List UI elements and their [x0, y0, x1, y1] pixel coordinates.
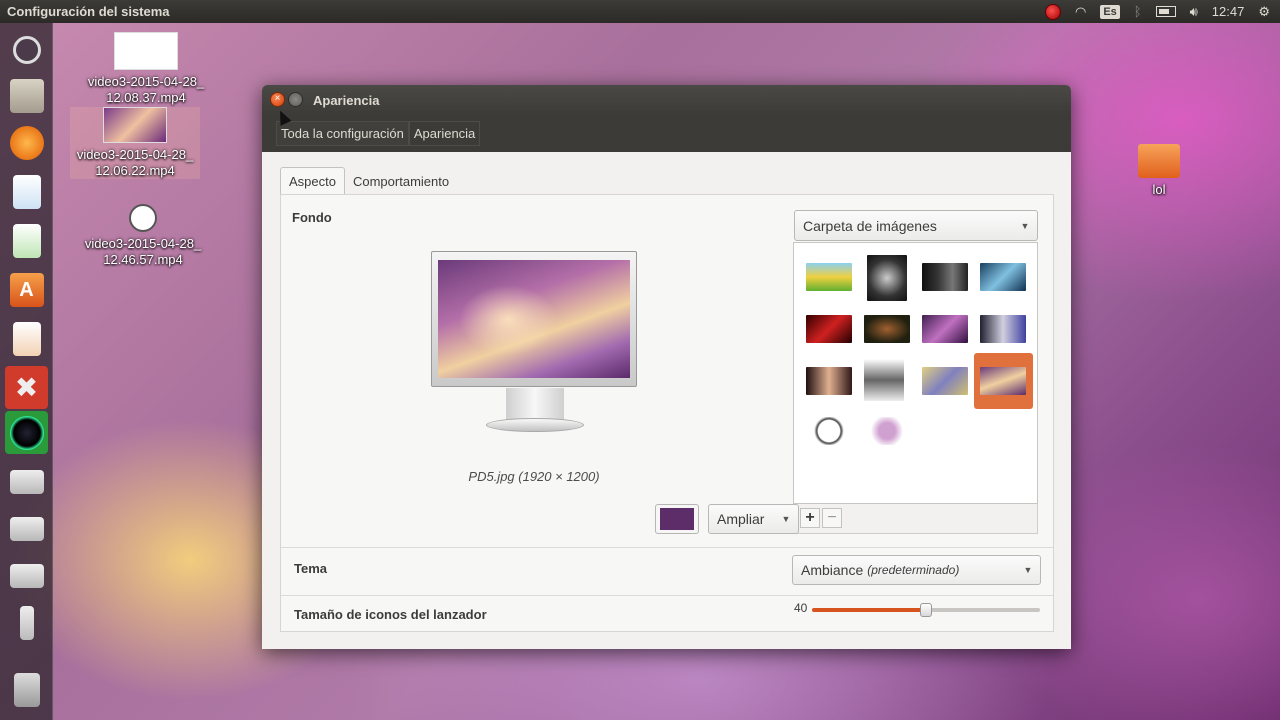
gallery-thumb[interactable]: [806, 417, 852, 445]
remove-wallpaper-button[interactable]: −: [822, 508, 842, 528]
color-button[interactable]: [655, 504, 699, 534]
theme-default-note: (predeterminado): [867, 563, 960, 577]
chevron-down-icon: ▼: [781, 514, 791, 524]
fondo-label: Fondo: [292, 210, 332, 225]
folder-icon: [1138, 144, 1180, 178]
aspecto-panel: Fondo PD5.jpg (1920 × 1200) Carpeta de i…: [280, 194, 1054, 632]
gallery-thumb[interactable]: [922, 263, 968, 291]
file-label: 12.06.22.mp4: [95, 163, 175, 178]
window-content: Aspecto Comportamiento Fondo PD5.jpg (19…: [262, 152, 1071, 649]
breadcrumb-appearance[interactable]: Apariencia: [408, 121, 481, 146]
add-wallpaper-button[interactable]: +: [800, 508, 820, 528]
tema-label: Tema: [294, 561, 327, 576]
slider-handle[interactable]: [920, 603, 932, 617]
desktop-file-video1[interactable]: video3-2015-04-28_ 12.08.37.mp4: [78, 32, 214, 106]
desktop-folder-lol[interactable]: lol: [1130, 144, 1188, 198]
theme-combo[interactable]: Ambiance (predeterminado) ▼: [792, 555, 1041, 585]
slider-fill: [812, 608, 926, 612]
window-title: Apariencia: [313, 92, 380, 108]
gallery-thumb[interactable]: [864, 417, 910, 445]
firefox-icon[interactable]: [5, 121, 48, 164]
system-tray: ◠ Es ᛒ 🔊︎ 12:47 ⚙: [1044, 0, 1270, 23]
gallery-thumb[interactable]: [980, 263, 1026, 291]
gallery-toolbar: + −: [793, 504, 1038, 534]
record-icon[interactable]: [1044, 3, 1061, 20]
folder-label: lol: [1152, 182, 1166, 197]
drive-icon[interactable]: [5, 460, 48, 503]
clock-icon: [129, 204, 157, 232]
window-toolbar: Toda la configuración Apariencia: [262, 115, 1071, 152]
gallery-thumb[interactable]: [980, 315, 1026, 343]
wallpaper-caption: PD5.jpg (1920 × 1200): [468, 469, 600, 484]
video-thumbnail: [103, 107, 167, 143]
gallery-thumb[interactable]: [806, 367, 852, 395]
gallery-thumb[interactable]: [806, 315, 852, 343]
chevron-down-icon: ▼: [1023, 565, 1033, 575]
clock[interactable]: 12:47: [1212, 4, 1245, 19]
icon-size-value: 40: [794, 601, 808, 615]
bluetooth-icon[interactable]: ᛒ: [1134, 4, 1142, 19]
launcher: A ✖: [0, 23, 53, 720]
gallery-thumb[interactable]: [806, 263, 852, 291]
file-label: video3-2015-04-28_: [87, 74, 205, 89]
gallery-thumb[interactable]: [867, 255, 907, 301]
drive-icon[interactable]: [5, 507, 48, 550]
software-center-icon[interactable]: A: [5, 268, 48, 311]
chevron-down-icon: ▼: [1020, 220, 1030, 231]
appearance-window: × Apariencia Toda la configuración Apari…: [262, 85, 1071, 649]
keyboard-indicator[interactable]: Es: [1100, 4, 1120, 19]
drive-icon[interactable]: [5, 554, 48, 597]
battery-icon[interactable]: [1155, 6, 1176, 17]
trash-icon[interactable]: [5, 668, 48, 711]
gallery-thumb[interactable]: [864, 359, 904, 401]
monitor-stand: [506, 388, 564, 422]
impress-icon[interactable]: [5, 317, 48, 360]
divider: [281, 547, 1053, 548]
video-thumbnail: [114, 32, 178, 70]
camera-icon[interactable]: [5, 411, 48, 454]
gallery-thumb[interactable]: [864, 315, 910, 343]
gallery-thumb-selected[interactable]: [980, 367, 1026, 395]
window-titlebar[interactable]: × Apariencia: [262, 85, 1071, 115]
writer-icon[interactable]: [5, 170, 48, 213]
usb-icon[interactable]: [5, 601, 48, 644]
file-label: 12.08.37.mp4: [106, 90, 186, 105]
monitor-base: [486, 418, 584, 432]
gallery-thumb[interactable]: [922, 367, 968, 395]
combo-value: Ampliar: [717, 511, 765, 527]
tab-bar: Aspecto Comportamiento: [280, 167, 457, 195]
settings-icon[interactable]: ✖: [5, 366, 48, 409]
top-panel: Configuración del sistema ◠ Es ᛒ 🔊︎ 12:4…: [0, 0, 1280, 23]
wallpaper-gallery[interactable]: [793, 242, 1038, 504]
wifi-icon[interactable]: ◠: [1075, 4, 1086, 20]
breadcrumb-all-settings[interactable]: Toda la configuración: [276, 121, 409, 146]
zoom-combo[interactable]: Ampliar ▼: [708, 504, 799, 534]
gallery-thumb[interactable]: [922, 315, 968, 343]
divider: [281, 595, 1053, 596]
minimize-icon[interactable]: [288, 92, 303, 107]
icon-size-label: Tamaño de iconos del lanzador: [294, 607, 487, 622]
icon-size-slider[interactable]: [812, 603, 1040, 617]
file-label: video3-2015-04-28_: [76, 147, 194, 162]
combo-value: Carpeta de imágenes: [803, 217, 937, 234]
gear-icon[interactable]: ⚙: [1258, 4, 1270, 20]
volume-icon[interactable]: 🔊︎: [1190, 4, 1198, 20]
close-icon[interactable]: ×: [270, 92, 285, 107]
tab-comportamiento[interactable]: Comportamiento: [345, 167, 457, 195]
file-label: 12.46.57.mp4: [103, 252, 183, 267]
desktop-file-video3[interactable]: video3-2015-04-28_ 12.46.57.mp4: [70, 204, 216, 268]
file-label: video3-2015-04-28_: [84, 236, 202, 251]
ubuntu-icon[interactable]: [5, 28, 48, 71]
app-title: Configuración del sistema: [7, 4, 170, 19]
desktop-file-video2[interactable]: video3-2015-04-28_ 12.06.22.mp4: [70, 107, 200, 179]
calc-icon[interactable]: [5, 219, 48, 262]
files-icon[interactable]: [5, 74, 48, 117]
wallpaper-preview: [438, 260, 630, 378]
theme-value: Ambiance: [801, 562, 864, 578]
tab-aspecto[interactable]: Aspecto: [280, 167, 345, 195]
color-swatch: [660, 508, 694, 530]
wallpaper-source-combo[interactable]: Carpeta de imágenes ▼: [794, 210, 1038, 241]
monitor-preview: [431, 251, 637, 387]
